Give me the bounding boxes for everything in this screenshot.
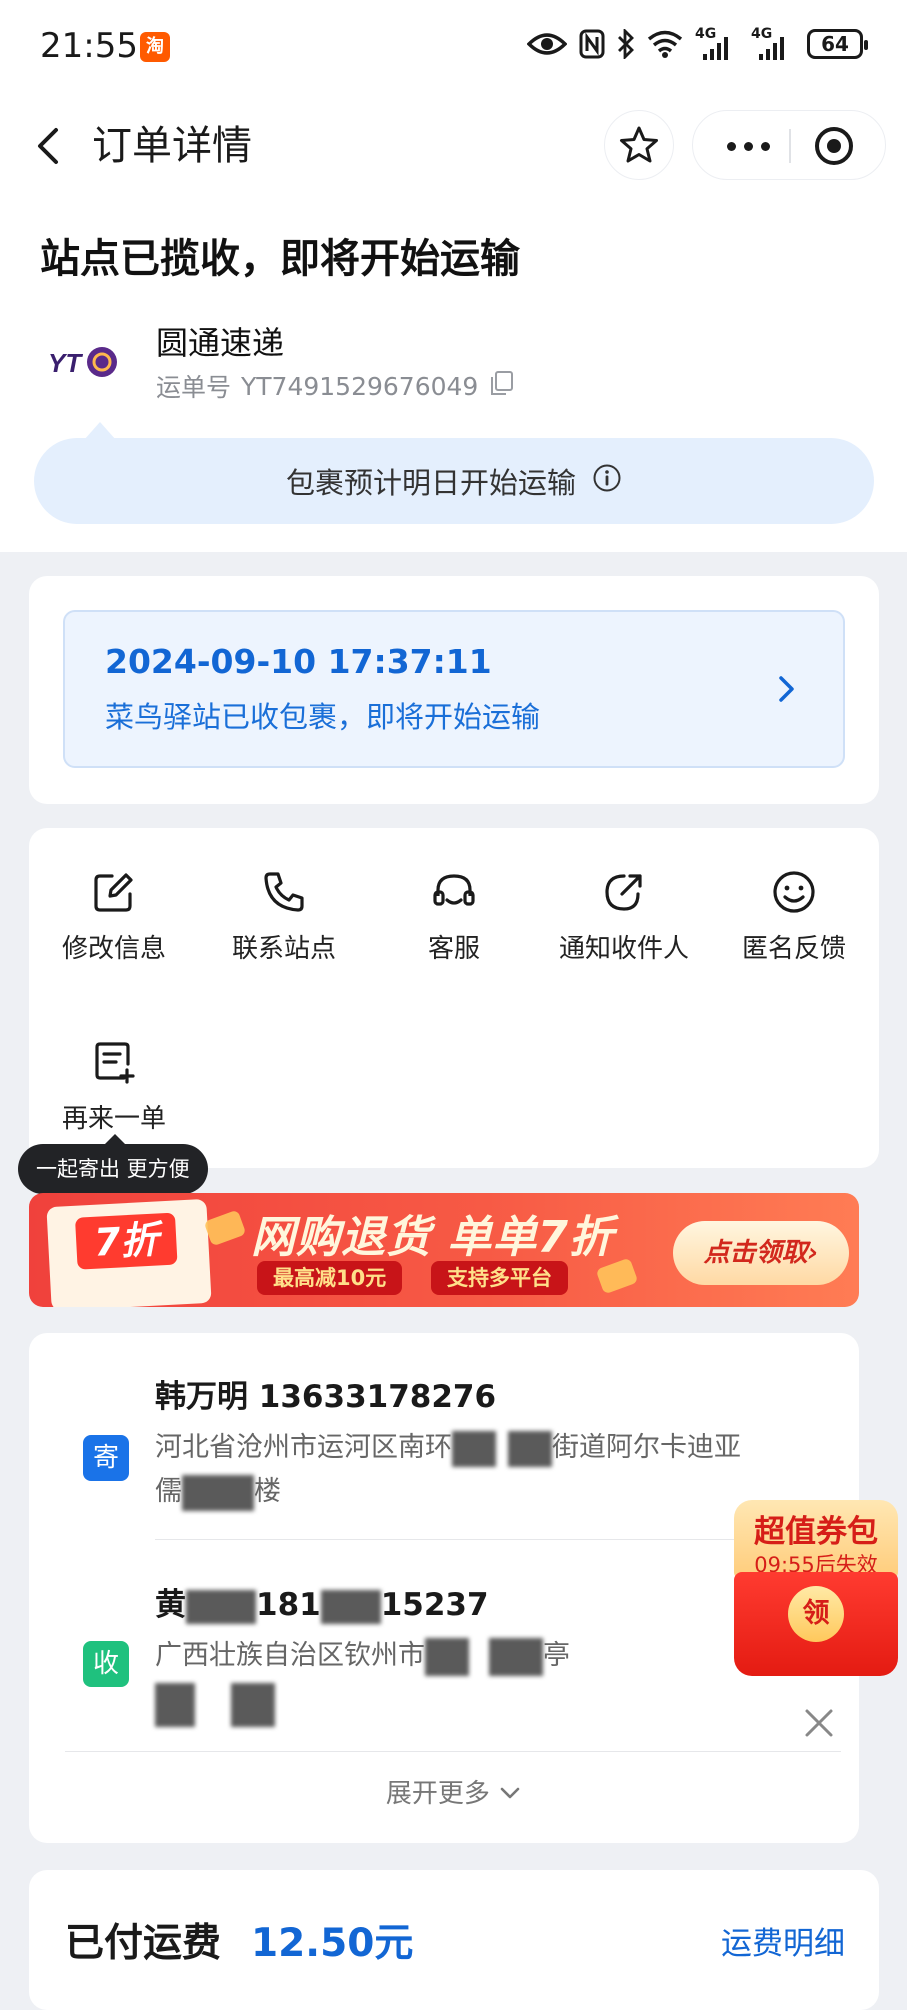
status-time: 21:55 (40, 26, 138, 66)
promo-claim-button[interactable]: 点击领取› (673, 1221, 849, 1285)
smile-icon (770, 868, 818, 916)
action-contact-station[interactable]: 联系站点 (199, 868, 369, 965)
promo-envelope-graphic: 7折 (46, 1198, 212, 1307)
privacy-mask (155, 1683, 195, 1727)
privacy-mask (489, 1637, 543, 1676)
mini-program-capsule (692, 110, 886, 180)
signal-4g-icon-2: 4G (751, 26, 795, 60)
eye-icon (527, 30, 567, 58)
coupon-pack-float[interactable]: 超值券包 09:55后失效 领 (734, 1500, 902, 1676)
privacy-mask (425, 1637, 469, 1676)
actions-card: 修改信息 联系站点 客服 通知收件人 匿名反馈 再来一单 (29, 828, 879, 1168)
taobao-app-icon: 淘 (140, 32, 170, 62)
battery-icon: 64 (807, 29, 868, 59)
more-options-button[interactable] (713, 121, 783, 171)
close-icon[interactable] (799, 1703, 839, 1743)
transport-tip-bubble[interactable]: 包裹预计明日开始运输 (34, 422, 874, 524)
action-label: 联系站点 (231, 934, 336, 964)
promo-tag-platforms: 支持多平台 (431, 1261, 568, 1295)
action-notify-recipient[interactable]: 通知收件人 (539, 868, 709, 965)
status-headline: 站点已揽收，即将开始运输 (40, 236, 520, 282)
tracking-time: 2024-09-10 17:37:11 (105, 642, 492, 681)
reorder-icon (90, 1038, 138, 1086)
action-customer-service[interactable]: 客服 (369, 868, 539, 965)
svg-text:YT: YT (48, 348, 83, 378)
fee-details-link[interactable]: 运费明细 (721, 1918, 845, 1963)
signal-4g-icon: 4G (695, 26, 739, 60)
promo-title: 网购退货 单单7折 (251, 1212, 614, 1263)
sender-address-line2: 儒楼 (155, 1469, 281, 1511)
favorite-star-button[interactable] (604, 110, 674, 180)
copy-icon[interactable] (488, 369, 516, 403)
privacy-mask (186, 1589, 256, 1624)
divider (65, 1751, 841, 1752)
reorder-tooltip: 一起寄出 更方便 (18, 1134, 208, 1194)
info-icon[interactable] (592, 463, 622, 500)
promo-discount-badge: 7折 (74, 1212, 178, 1270)
receiver-address-line1: 广西壮族自治区钦州市亭 (155, 1633, 570, 1676)
bluetooth-icon (617, 29, 635, 59)
action-label: 通知收件人 (558, 934, 689, 964)
privacy-mask (182, 1474, 254, 1511)
action-label: 匿名反馈 (741, 934, 846, 964)
star-icon (620, 126, 658, 163)
receiver-name-phone: 黄 181 15237 (155, 1587, 489, 1624)
action-label: 修改信息 (61, 934, 166, 964)
waybill-number: YT7491529676049 (241, 371, 479, 401)
chevron-down-icon (498, 1779, 522, 1809)
action-label: 客服 (427, 934, 480, 964)
privacy-mask (508, 1430, 552, 1467)
action-reorder[interactable]: 再来一单 (29, 1038, 199, 1135)
chevron-right-icon: › (807, 1238, 819, 1268)
close-target-icon[interactable] (813, 125, 855, 167)
coupon-pack-header: 超值券包 09:55后失效 (734, 1500, 898, 1580)
privacy-mask (452, 1430, 496, 1467)
receiver-address-line2 (155, 1683, 275, 1727)
page-title: 订单详情 (92, 123, 252, 169)
privacy-mask (320, 1589, 381, 1624)
privacy-mask (231, 1683, 275, 1727)
carrier-name: 圆通速递 (156, 324, 285, 362)
action-anonymous-feedback[interactable]: 匿名反馈 (709, 868, 879, 965)
sender-address-line1: 河北省沧州市运河区南环 街道阿尔卡迪亚 (155, 1425, 741, 1467)
edit-icon (90, 868, 138, 916)
status-bar: 21:55 淘 4G 4G 64 (0, 0, 907, 96)
fee-card: 已付运费 12.50元 运费明细 (29, 1870, 879, 2010)
receiver-badge: 收 (83, 1641, 129, 1687)
coupon-pack-title: 超值券包 (754, 1514, 878, 1550)
action-edit-info[interactable]: 修改信息 (29, 868, 199, 965)
tracking-card: 2024-09-10 17:37:11 菜鸟驿站已收包裹，即将开始运输 (29, 576, 879, 804)
paid-fee-label: 已付运费 (65, 1921, 222, 1966)
promo-tag-max-discount: 最高减10元 (257, 1261, 403, 1295)
expand-more-button[interactable]: 展开更多 (29, 1773, 879, 1810)
nav-bar: 订单详情 (0, 96, 907, 196)
nfc-icon (579, 29, 605, 59)
tracking-description: 菜鸟驿站已收包裹，即将开始运输 (105, 700, 541, 734)
share-icon (600, 868, 648, 916)
chevron-right-icon (775, 672, 799, 706)
paid-fee-amount: 12.50元 (251, 1921, 414, 1966)
sender-name-phone: 韩万明 13633178276 (155, 1379, 497, 1415)
carrier-logo: YT (40, 324, 124, 400)
tip-text: 包裹预计明日开始运输 (285, 466, 576, 500)
coupon-pack-envelope: 领 (734, 1572, 898, 1676)
phone-icon (260, 868, 308, 916)
capsule-divider (789, 129, 791, 163)
coupon-claim-button[interactable]: 领 (788, 1586, 844, 1642)
sender-badge: 寄 (83, 1435, 129, 1481)
waybill-label: 运单号 (156, 373, 232, 402)
promo-cta-label: 点击领取 (703, 1238, 808, 1268)
waybill-row: 运单号 YT7491529676049 (156, 368, 516, 404)
back-icon[interactable] (26, 118, 82, 174)
latest-tracking-entry[interactable]: 2024-09-10 17:37:11 菜鸟驿站已收包裹，即将开始运输 (63, 610, 845, 768)
headset-icon (430, 868, 478, 916)
action-label: 再来一单 (61, 1104, 166, 1134)
coin-decoration (203, 1209, 247, 1247)
promo-banner[interactable]: 7折 网购退货 单单7折 最高减10元 支持多平台 点击领取› (29, 1193, 859, 1307)
status-icons: 4G 4G 64 (527, 26, 868, 60)
wifi-icon (647, 30, 683, 58)
